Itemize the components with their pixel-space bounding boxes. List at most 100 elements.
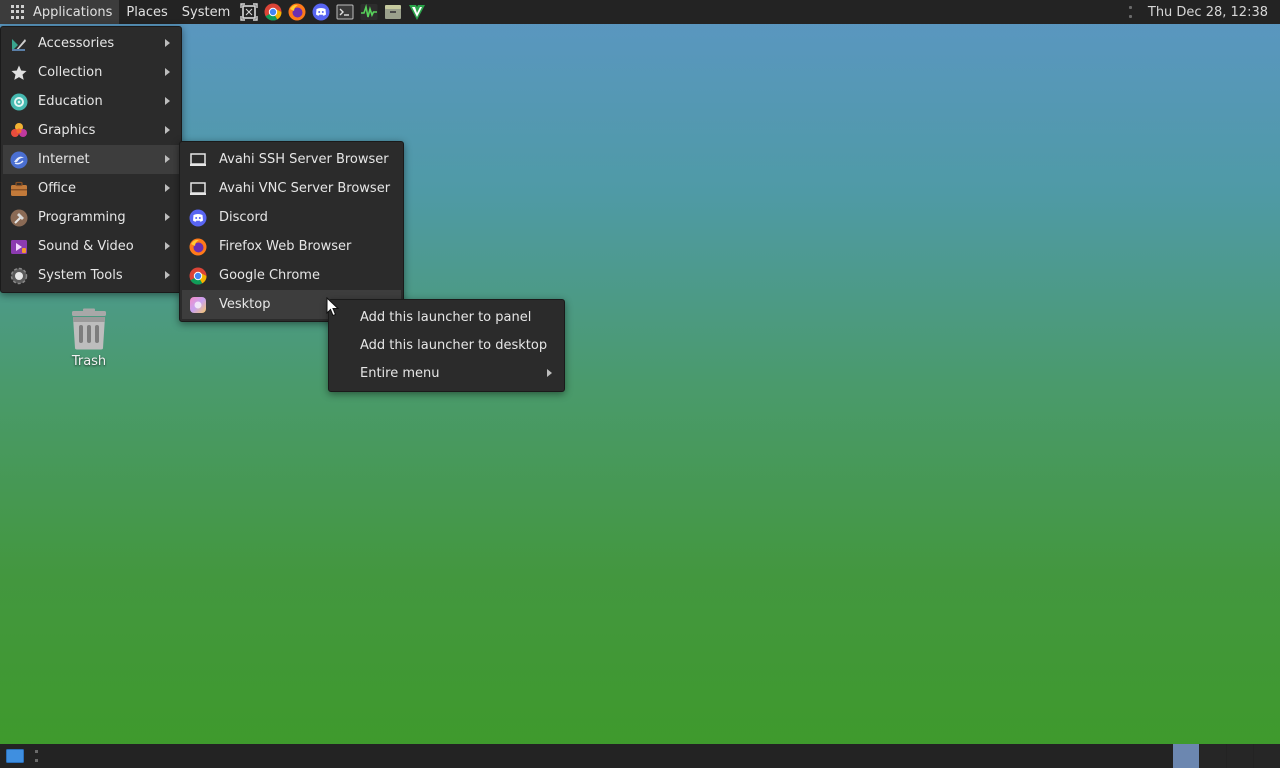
file-manager-launcher[interactable] (383, 2, 403, 22)
mouse-cursor-icon (326, 297, 340, 317)
menu-item-firefox[interactable]: Firefox Web Browser (182, 232, 401, 261)
vim-icon (409, 5, 426, 20)
firefox-launcher[interactable] (287, 2, 307, 22)
internet-icon (9, 150, 29, 170)
vim-launcher[interactable] (407, 2, 427, 22)
workspace-4[interactable] (1254, 744, 1280, 768)
menu-item-label: System Tools (38, 268, 123, 283)
terminal-launcher[interactable] (335, 2, 355, 22)
menu-item-label: Firefox Web Browser (219, 239, 352, 254)
graphics-icon (9, 121, 29, 141)
education-icon (9, 92, 29, 112)
submenu-arrow-icon (165, 97, 170, 105)
menu-item-label: Office (38, 181, 76, 196)
trash-label: Trash (71, 354, 107, 369)
menu-item-system-tools[interactable]: System Tools (3, 261, 179, 290)
submenu-arrow-icon (165, 213, 170, 221)
submenu-arrow-icon (165, 68, 170, 76)
submenu-arrow-icon (165, 271, 170, 279)
panel-handle[interactable] (35, 750, 38, 762)
entire-menu-item[interactable]: Entire menu (331, 359, 562, 387)
menu-item-google-chrome[interactable]: Google Chrome (182, 261, 401, 290)
menu-item-label: Avahi VNC Server Browser (219, 181, 391, 196)
system-menu-label: System (181, 4, 231, 20)
system-menu-button[interactable]: System (175, 0, 237, 24)
menu-item-avahi-vnc[interactable]: Avahi VNC Server Browser (182, 174, 401, 203)
applications-menu-button[interactable]: Applications (0, 0, 120, 24)
desktop[interactable]: Applications Places System Thu Dec 28, 1… (0, 0, 1280, 768)
internet-submenu: Avahi SSH Server Browser Avahi VNC Serve… (179, 141, 404, 322)
menu-item-label: Education (38, 94, 103, 109)
office-icon (9, 179, 29, 199)
network-icon (188, 150, 208, 170)
launcher-context-menu: Add this launcher to panel Add this laun… (328, 299, 565, 392)
trash-icon (72, 308, 106, 350)
menu-item-avahi-ssh[interactable]: Avahi SSH Server Browser (182, 145, 401, 174)
menu-item-label: Entire menu (360, 365, 440, 381)
menu-item-office[interactable]: Office (3, 174, 179, 203)
menu-item-label: Add this launcher to desktop (360, 337, 548, 353)
accessories-icon (9, 34, 29, 54)
network-icon (188, 179, 208, 199)
menu-item-collection[interactable]: Collection (3, 58, 179, 87)
workspace-2[interactable] (1200, 744, 1226, 768)
menu-item-label: Discord (219, 210, 268, 225)
menu-item-label: Accessories (38, 36, 115, 51)
menu-item-label: Add this launcher to panel (360, 309, 532, 325)
star-icon (9, 63, 29, 83)
menu-item-internet[interactable]: Internet (3, 145, 179, 174)
submenu-arrow-icon (165, 242, 170, 250)
trash-desktop-icon[interactable]: Trash (60, 308, 118, 378)
terminal-icon (336, 4, 354, 20)
menu-item-label: Graphics (38, 123, 96, 138)
workspace-1[interactable] (1173, 744, 1199, 768)
menu-item-label: Google Chrome (219, 268, 320, 283)
system-monitor-icon (360, 3, 378, 20)
menu-item-label: Collection (38, 65, 103, 80)
chrome-icon (188, 266, 208, 286)
panel-right-area: Thu Dec 28, 12:38 (1128, 0, 1280, 24)
menu-item-accessories[interactable]: Accessories (3, 29, 179, 58)
menu-item-sound-video[interactable]: Sound & Video (3, 232, 179, 261)
menu-item-education[interactable]: Education (3, 87, 179, 116)
screenshot-icon (240, 3, 258, 21)
submenu-arrow-icon (165, 155, 170, 163)
add-launcher-to-panel-item[interactable]: Add this launcher to panel (331, 303, 562, 331)
submenu-arrow-icon (547, 369, 552, 377)
apps-grid-icon (11, 5, 25, 19)
top-panel: Applications Places System Thu Dec 28, 1… (0, 0, 1280, 24)
system-monitor-launcher[interactable] (359, 2, 379, 22)
menu-item-label: Internet (38, 152, 90, 167)
menu-item-label: Vesktop (219, 297, 271, 312)
system-tools-icon (9, 266, 29, 286)
firefox-icon (288, 3, 306, 21)
menu-item-graphics[interactable]: Graphics (3, 116, 179, 145)
panel-handle[interactable] (1128, 6, 1132, 18)
submenu-arrow-icon (165, 184, 170, 192)
menu-item-label: Avahi SSH Server Browser (219, 152, 389, 167)
chrome-launcher[interactable] (263, 2, 283, 22)
menu-item-discord[interactable]: Discord (182, 203, 401, 232)
sound-video-icon (9, 237, 29, 257)
screenshot-launcher[interactable] (239, 2, 259, 22)
file-manager-icon (385, 5, 402, 19)
discord-icon (312, 3, 330, 21)
clock[interactable]: Thu Dec 28, 12:38 (1148, 5, 1280, 20)
places-menu-label: Places (126, 4, 168, 20)
menu-item-label: Sound & Video (38, 239, 134, 254)
firefox-icon (188, 237, 208, 257)
discord-launcher[interactable] (311, 2, 331, 22)
vesktop-icon (188, 295, 208, 315)
programming-icon (9, 208, 29, 228)
discord-icon (188, 208, 208, 228)
bottom-panel (0, 744, 1280, 768)
menu-item-programming[interactable]: Programming (3, 203, 179, 232)
chrome-icon (264, 3, 282, 21)
submenu-arrow-icon (165, 126, 170, 134)
workspace-3[interactable] (1227, 744, 1253, 768)
show-desktop-icon[interactable] (6, 749, 24, 763)
places-menu-button[interactable]: Places (119, 0, 174, 24)
menu-item-label: Programming (38, 210, 126, 225)
add-launcher-to-desktop-item[interactable]: Add this launcher to desktop (331, 331, 562, 359)
applications-menu-label: Applications (33, 4, 113, 20)
